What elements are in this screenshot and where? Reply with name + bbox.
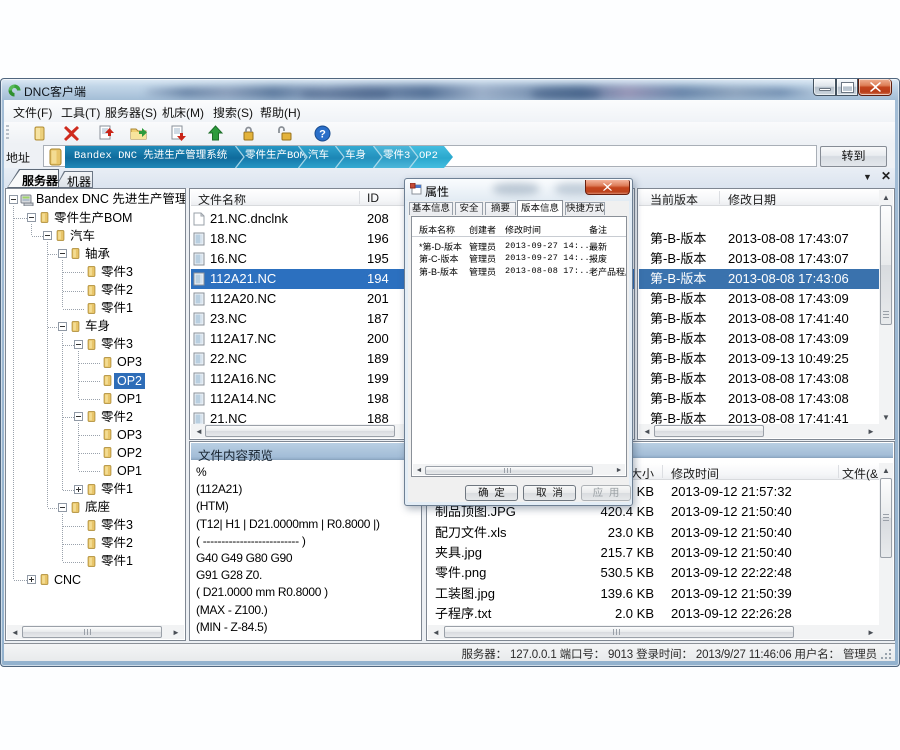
svg-text:?: ?	[319, 129, 326, 141]
